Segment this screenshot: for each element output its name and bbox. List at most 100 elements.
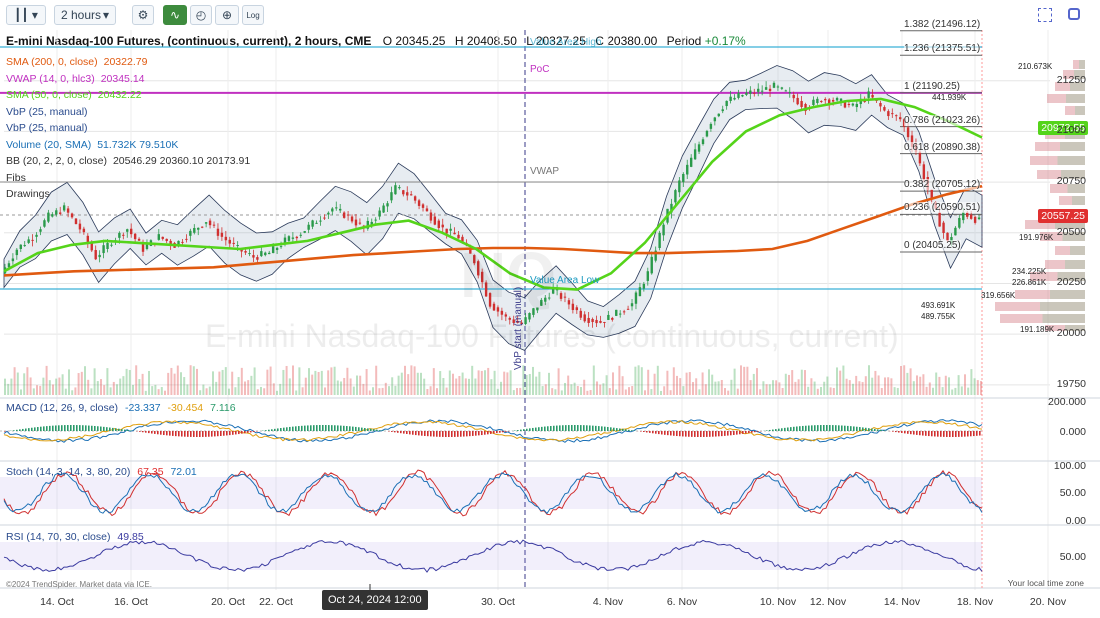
volume-bar bbox=[698, 389, 701, 395]
macd-histogram-bar bbox=[535, 427, 537, 431]
macd-histogram-bar bbox=[187, 431, 189, 437]
rsi-band bbox=[0, 542, 982, 570]
candle-body bbox=[705, 130, 709, 137]
volume-bar bbox=[621, 376, 624, 395]
legend-item[interactable]: SMA (200, 0, close) 20322.79 bbox=[6, 56, 147, 68]
volume-bar bbox=[544, 384, 547, 395]
candle-body bbox=[433, 216, 437, 225]
volume-bar bbox=[525, 374, 528, 395]
macd-histogram-bar bbox=[787, 427, 789, 431]
macd-histogram-bar bbox=[871, 428, 873, 431]
volume-bar bbox=[196, 368, 198, 395]
volume-bar bbox=[429, 386, 432, 395]
volume-bar bbox=[720, 379, 723, 395]
macd-histogram-bar bbox=[112, 427, 114, 431]
volume-bar bbox=[160, 387, 163, 395]
candle-body bbox=[449, 228, 452, 231]
macd-histogram-bar bbox=[580, 425, 582, 431]
candle-body bbox=[315, 222, 318, 224]
volume-bar bbox=[410, 365, 413, 395]
macd-histogram-bar bbox=[625, 429, 627, 431]
candle-body bbox=[898, 117, 902, 120]
volume-bar bbox=[800, 369, 803, 395]
vbp-volume-label: 210.673K bbox=[1018, 62, 1053, 71]
volume-bar bbox=[964, 374, 966, 395]
volume-bar bbox=[215, 381, 218, 395]
legend-item[interactable]: BB (20, 2, 2, 0, close) 20546.29 20360.10… bbox=[6, 155, 250, 167]
volume-bar bbox=[279, 383, 282, 395]
candle-body bbox=[260, 251, 263, 257]
legend-item[interactable]: SMA (50, 0, close) 20432.22 bbox=[6, 89, 142, 101]
legend-item[interactable]: Fibs bbox=[6, 172, 32, 184]
macd-histogram-bar bbox=[403, 431, 405, 434]
macd-histogram-bar bbox=[958, 431, 960, 437]
volume-bar bbox=[61, 374, 64, 395]
volume-bar bbox=[125, 368, 128, 395]
candle-body bbox=[11, 258, 15, 262]
volume-bar bbox=[260, 386, 262, 395]
legend-item[interactable]: VbP (25, manual) bbox=[6, 122, 94, 134]
volume-bar bbox=[173, 373, 176, 395]
macd-histogram-bar bbox=[904, 431, 906, 434]
volume-bar bbox=[551, 388, 554, 395]
macd-histogram-bar bbox=[523, 429, 525, 431]
legend-item-value: 51.732K 79.510K bbox=[97, 138, 179, 151]
macd-histogram-bar bbox=[439, 431, 441, 437]
candle-body bbox=[567, 300, 571, 305]
volume-bar bbox=[954, 387, 957, 395]
volume-bar bbox=[740, 365, 742, 395]
poc-label: PoC bbox=[530, 64, 550, 75]
macd-histogram-bar bbox=[793, 426, 795, 431]
legend-item-name: BB (20, 2, 2, 0, close) bbox=[6, 155, 107, 167]
volume-bar bbox=[263, 388, 266, 395]
candle-body bbox=[709, 123, 713, 129]
candle-body bbox=[346, 214, 350, 216]
macd-histogram-bar bbox=[919, 431, 921, 436]
volume-bar bbox=[752, 373, 755, 395]
candle-body bbox=[70, 213, 74, 218]
volume-bar bbox=[202, 384, 205, 395]
macd-histogram-bar bbox=[331, 425, 333, 431]
volume-bar bbox=[730, 379, 733, 395]
macd-histogram-bar bbox=[226, 431, 228, 436]
legend-item[interactable]: Volume (20, SMA) 51.732K 79.510K bbox=[6, 139, 178, 151]
macd-histogram-bar bbox=[454, 431, 456, 437]
time-tick-label: 20. Oct bbox=[211, 596, 245, 608]
volume-bar bbox=[612, 372, 614, 395]
legend-item[interactable]: VWAP (14, 0, hlc3) 20345.14 bbox=[6, 73, 145, 85]
volume-bar bbox=[628, 387, 630, 395]
macd-histogram-bar bbox=[481, 431, 483, 436]
volume-bar bbox=[685, 372, 688, 395]
volume-bar bbox=[733, 368, 736, 395]
macd-hist-value: 7.116 bbox=[210, 402, 236, 414]
macd-histogram-bar bbox=[31, 427, 33, 431]
volume-bar bbox=[935, 372, 938, 395]
candle-body bbox=[820, 100, 823, 102]
legend-item[interactable]: VbP (25, manual) bbox=[6, 106, 94, 118]
candle-body bbox=[504, 314, 508, 317]
volume-bar bbox=[580, 387, 582, 395]
candle-body bbox=[133, 233, 137, 240]
candle-body bbox=[90, 242, 93, 251]
volume-bar bbox=[900, 365, 902, 395]
volume-bar bbox=[970, 369, 973, 395]
macd-histogram-bar bbox=[967, 431, 969, 437]
vbp-volume-label: 493.691K bbox=[921, 301, 956, 310]
macd-histogram-bar bbox=[883, 430, 885, 431]
macd-histogram-bar bbox=[805, 425, 807, 431]
macd-histogram-bar bbox=[688, 431, 690, 437]
vbp-bar bbox=[1066, 94, 1085, 103]
vbp-bar bbox=[1060, 142, 1085, 151]
macd-histogram-bar bbox=[829, 425, 831, 431]
volume-bar bbox=[679, 378, 682, 395]
macd-histogram-bar bbox=[307, 425, 309, 431]
legend-item[interactable]: Drawings bbox=[6, 188, 56, 200]
macd-histogram-bar bbox=[148, 431, 150, 434]
macd-histogram-bar bbox=[952, 431, 954, 437]
price-tick-label: 20500 bbox=[1056, 225, 1086, 238]
volume-bar bbox=[605, 375, 608, 395]
price-tick-label: 20000 bbox=[1056, 327, 1086, 340]
macd-histogram-bar bbox=[169, 431, 171, 436]
volume-bar bbox=[490, 379, 493, 395]
candle-body bbox=[216, 228, 220, 236]
